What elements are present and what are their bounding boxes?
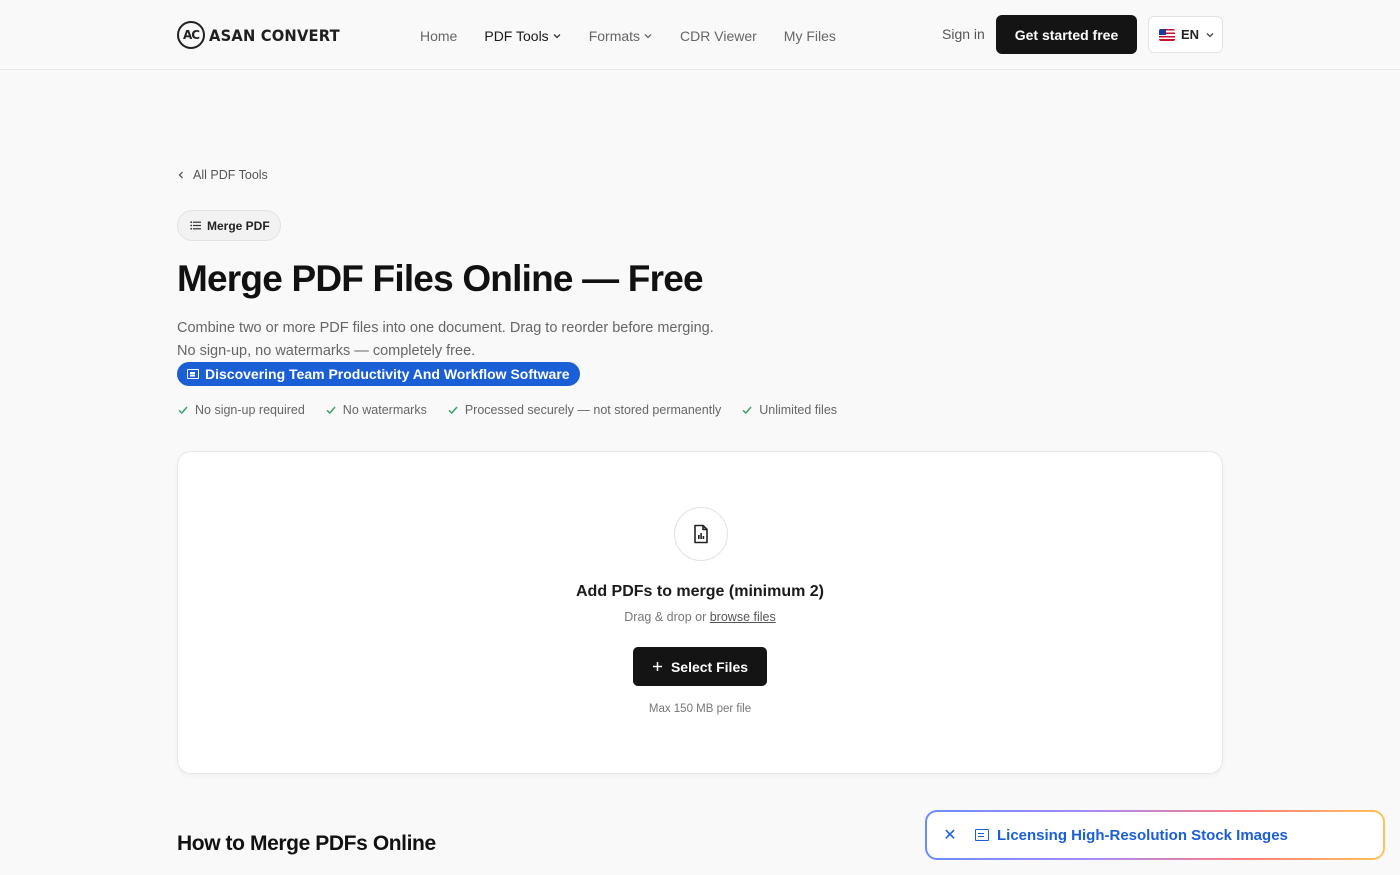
- drop-zone-title: Add PDFs to merge (minimum 2): [575, 583, 825, 600]
- floating-ad-link[interactable]: Licensing High-Resolution Stock Images: [975, 827, 1288, 844]
- nav-formats-label: Formats: [588, 28, 641, 44]
- subtitle-line-1: Combine two or more PDF files into one d…: [177, 320, 714, 336]
- nav-home-label: Home: [420, 28, 458, 44]
- close-icon[interactable]: ✕: [943, 825, 957, 845]
- sponsored-link[interactable]: Discovering Team Productivity And Workfl…: [177, 362, 580, 386]
- floating-ad-label: Licensing High-Resolution Stock Images: [997, 826, 1288, 844]
- back-to-tools-link[interactable]: All PDF Tools: [177, 168, 268, 182]
- nav-pdf-tools[interactable]: PDF Tools: [484, 28, 561, 44]
- select-files-label: Select Files: [670, 658, 749, 675]
- sponsored-link-label: Discovering Team Productivity And Workfl…: [205, 366, 570, 382]
- drop-zone-subtitle: Drag & drop or browse files: [178, 610, 1222, 624]
- chevron-down-icon: [1206, 32, 1214, 37]
- pdf-file-icon: [674, 507, 728, 561]
- plus-icon: [652, 662, 662, 671]
- feature-label: Unlimited files: [759, 403, 838, 417]
- nav-pdf-tools-label: PDF Tools: [484, 28, 549, 44]
- tool-badge-label: Merge PDF: [207, 218, 270, 233]
- browse-files-link[interactable]: browse files: [710, 610, 776, 624]
- subtitle-line-2: No sign-up, no watermarks — completely f…: [177, 343, 476, 359]
- page-title: Merge PDF Files Online — Free: [177, 258, 704, 299]
- article-icon: [187, 369, 199, 379]
- check-icon: [448, 406, 458, 415]
- floating-ad-banner: ✕ Licensing High-Resolution Stock Images: [925, 810, 1385, 860]
- feature-check: Processed securely — not stored permanen…: [447, 403, 721, 417]
- top-header: AC ASAN CONVERT Home PDF Tools Formats C…: [0, 0, 1400, 70]
- main-nav: Home PDF Tools Formats CDR Viewer My Fil…: [420, 26, 863, 46]
- sign-in-link[interactable]: Sign in: [942, 26, 985, 42]
- feature-check: Unlimited files: [741, 403, 837, 417]
- nav-cdr-viewer[interactable]: CDR Viewer: [680, 28, 757, 44]
- check-icon: [742, 406, 752, 415]
- logo-mark: AC: [177, 21, 205, 49]
- language-selector[interactable]: EN: [1148, 16, 1223, 53]
- nav-formats[interactable]: Formats: [589, 28, 653, 44]
- feature-label: Processed securely — not stored permanen…: [464, 403, 722, 417]
- tool-badge: Merge PDF: [177, 210, 281, 241]
- check-icon: [326, 406, 336, 415]
- feature-check: No sign-up required: [177, 403, 305, 417]
- feature-label: No watermarks: [342, 403, 427, 417]
- floating-ad-body: ✕ Licensing High-Resolution Stock Images: [927, 812, 1383, 858]
- chevron-left-icon: [178, 171, 183, 179]
- nav-my-files-label: My Files: [783, 28, 836, 44]
- drag-drop-text: Drag & drop or: [624, 610, 707, 624]
- get-started-button[interactable]: Get started free: [996, 15, 1137, 54]
- feature-check: No watermarks: [325, 403, 427, 417]
- list-icon: [190, 221, 201, 230]
- chevron-down-icon: [553, 34, 561, 39]
- logo[interactable]: AC ASAN CONVERT: [177, 21, 351, 49]
- nav-my-files[interactable]: My Files: [784, 28, 836, 44]
- check-icon: [178, 406, 188, 415]
- feature-checks: No sign-up required No watermarks Proces…: [177, 403, 837, 417]
- feature-label: No sign-up required: [195, 403, 305, 417]
- chevron-down-icon: [644, 34, 652, 39]
- language-code: EN: [1181, 27, 1200, 42]
- us-flag-icon: [1159, 28, 1175, 41]
- page-subtitle: Combine two or more PDF files into one d…: [177, 317, 714, 363]
- logo-text: ASAN CONVERT: [209, 25, 340, 45]
- article-icon: [975, 829, 989, 841]
- file-drop-zone[interactable]: Add PDFs to merge (minimum 2) Drag & dro…: [177, 451, 1223, 774]
- how-to-heading: How to Merge PDFs Online: [177, 832, 436, 855]
- select-files-button[interactable]: Select Files: [633, 647, 767, 686]
- nav-home[interactable]: Home: [420, 28, 457, 44]
- back-link-label: All PDF Tools: [193, 168, 268, 182]
- nav-cdr-viewer-label: CDR Viewer: [680, 28, 757, 44]
- max-size-note: Max 150 MB per file: [648, 703, 752, 715]
